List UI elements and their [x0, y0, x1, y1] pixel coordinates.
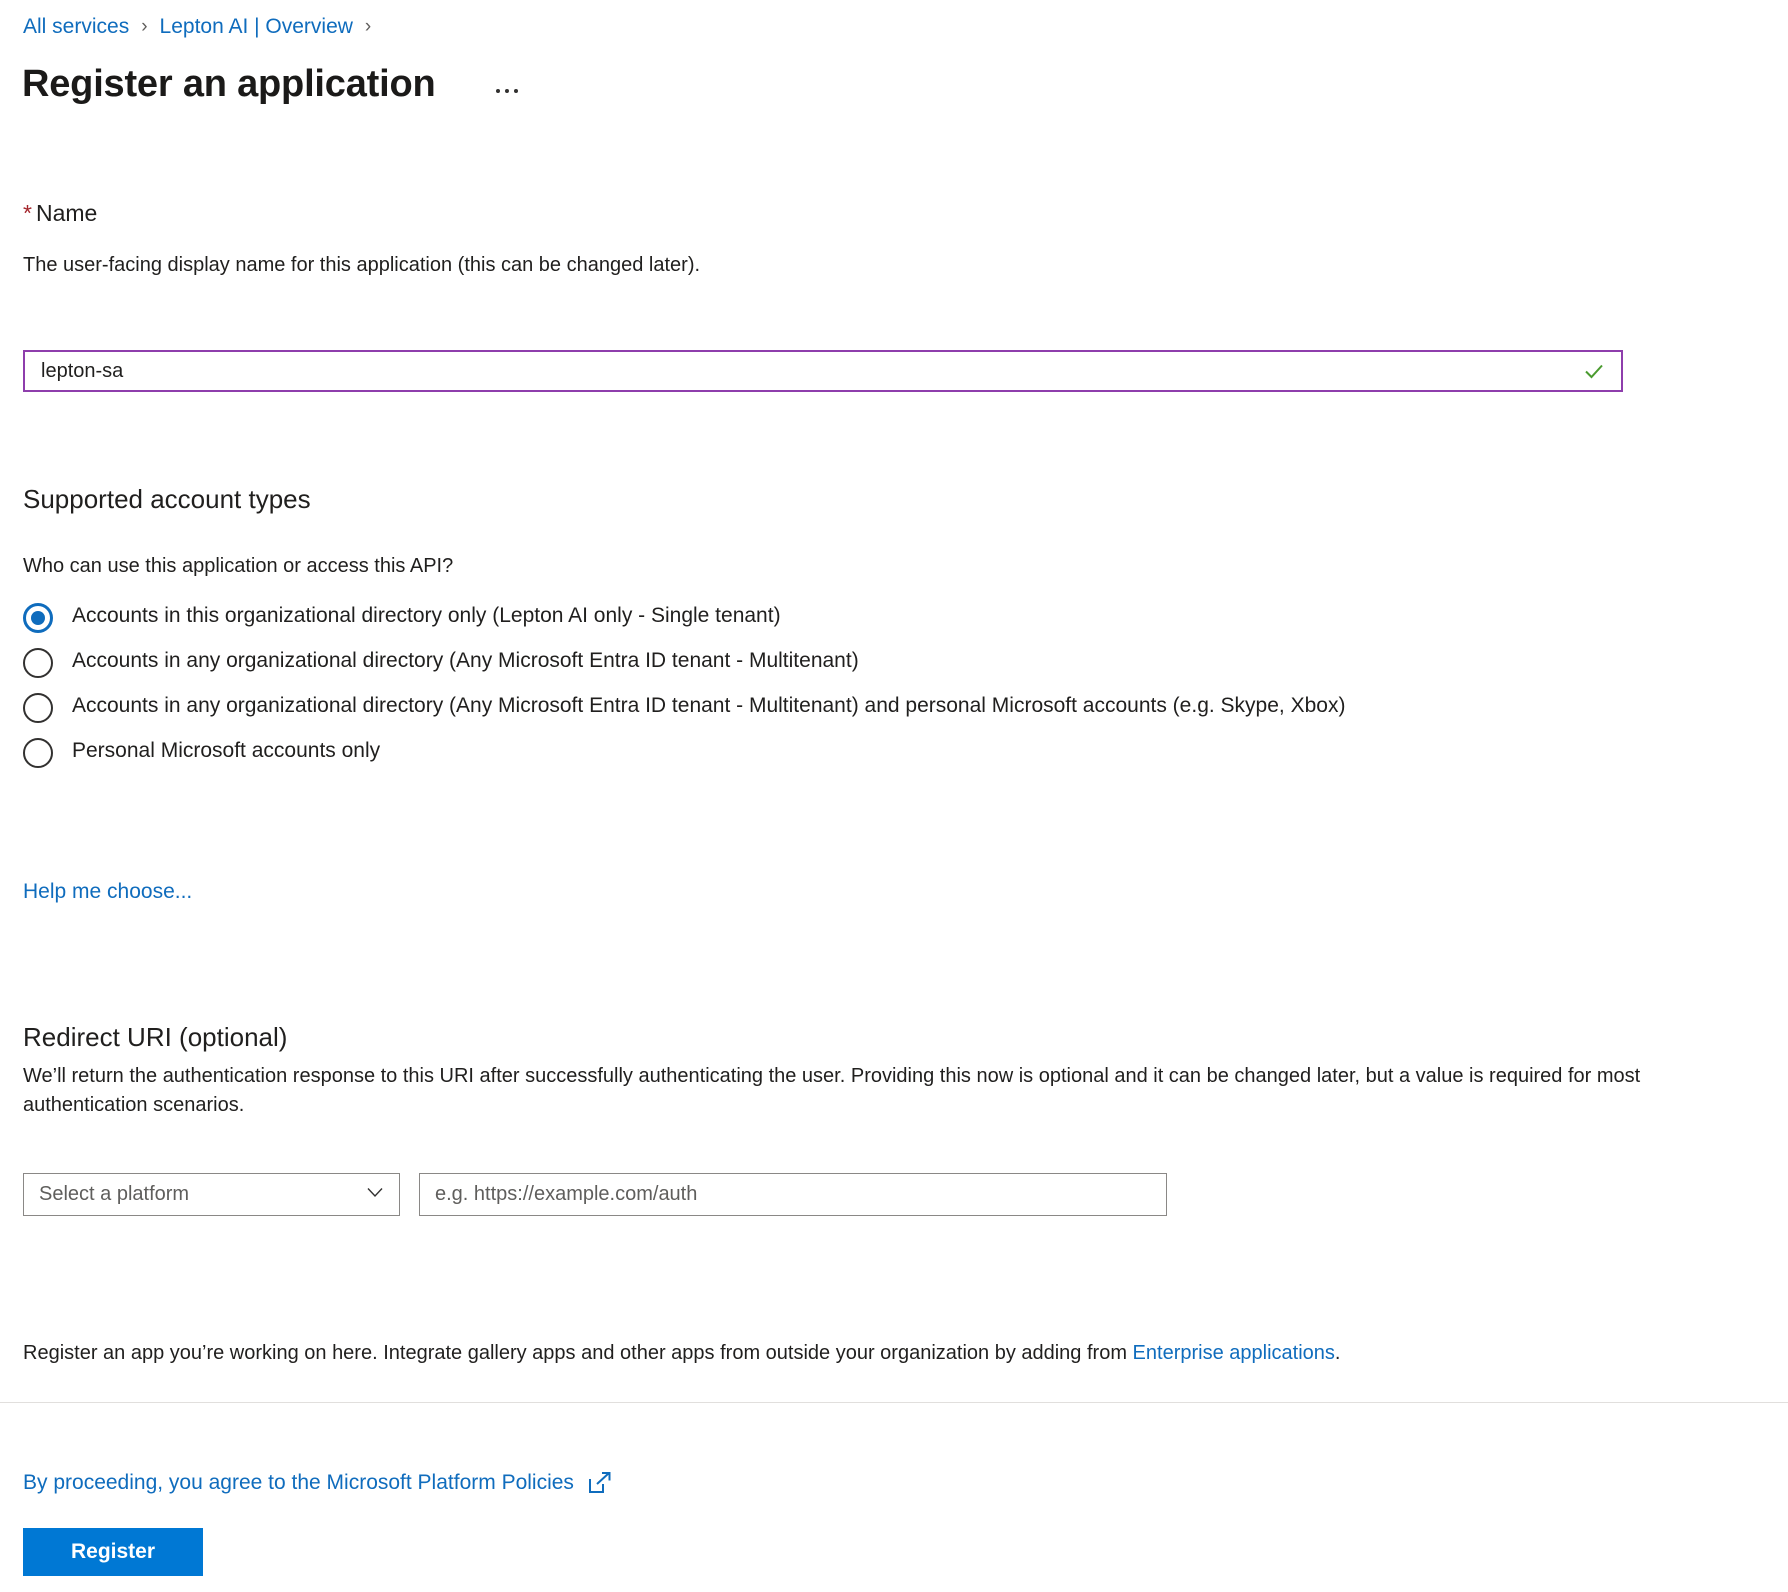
redirect-uri-description: We’ll return the authentication response… — [23, 1065, 1641, 1116]
name-field-label: * Name — [23, 198, 97, 228]
radio-button-icon[interactable] — [23, 738, 53, 768]
register-app-note-suffix: . — [1334, 1342, 1341, 1364]
account-types-question: Who can use this application or access t… — [23, 555, 454, 577]
radio-label-personal-only: Personal Microsoft accounts only — [72, 739, 381, 762]
radio-option-multitenant-and-personal[interactable]: Accounts in any organizational directory… — [23, 690, 1643, 723]
footer-divider — [0, 1402, 1788, 1403]
platform-policies-link[interactable]: By proceeding, you agree to the Microsof… — [23, 1469, 612, 1497]
redirect-uri-controls: Select a platform — [23, 1173, 1167, 1216]
breadcrumb-separator-icon: › — [141, 16, 148, 37]
radio-option-personal-only[interactable]: Personal Microsoft accounts only — [23, 735, 1643, 768]
radio-label-multitenant: Accounts in any organizational directory… — [72, 649, 859, 672]
register-app-note-prefix: Register an app you’re working on here. … — [23, 1342, 1133, 1364]
name-input-container[interactable] — [23, 350, 1623, 392]
radio-button-icon[interactable] — [23, 603, 53, 633]
help-me-choose-link[interactable]: Help me choose... — [23, 878, 192, 906]
breadcrumb-item-all-services[interactable]: All services — [23, 13, 129, 41]
ellipsis-dot-3 — [513, 89, 518, 93]
register-application-page: All services › Lepton AI | Overview › Re… — [0, 0, 1788, 1592]
enterprise-applications-link[interactable]: Enterprise applications — [1133, 1342, 1335, 1364]
radio-button-icon[interactable] — [23, 648, 53, 678]
redirect-uri-input[interactable] — [420, 1174, 1166, 1215]
platform-select-value: Select a platform — [39, 1183, 190, 1205]
page-title: Register an application — [22, 63, 436, 105]
account-types-radio-group: Accounts in this organizational director… — [23, 600, 1643, 780]
supported-account-types-heading: Supported account types — [23, 484, 311, 514]
radio-option-multitenant[interactable]: Accounts in any organizational directory… — [23, 645, 1643, 678]
breadcrumb: All services › Lepton AI | Overview › — [23, 13, 383, 41]
page-header: Register an application — [22, 58, 524, 110]
radio-label-multitenant-and-personal: Accounts in any organizational directory… — [72, 694, 1346, 717]
redirect-uri-heading: Redirect URI (optional) — [23, 1022, 288, 1052]
name-field-description: The user-facing display name for this ap… — [23, 254, 701, 276]
checkmark-icon — [1575, 357, 1613, 385]
ellipsis-dot-1 — [495, 89, 500, 93]
register-app-note: Register an app you’re working on here. … — [23, 1339, 1763, 1367]
platform-policies-text: By proceeding, you agree to the Microsof… — [23, 1471, 574, 1494]
register-button[interactable]: Register — [23, 1528, 203, 1576]
radio-option-single-tenant[interactable]: Accounts in this organizational director… — [23, 600, 1643, 633]
breadcrumb-item-lepton-ai-overview[interactable]: Lepton AI | Overview — [160, 13, 353, 41]
name-input[interactable] — [25, 352, 1575, 390]
radio-button-icon[interactable] — [23, 693, 53, 723]
required-indicator: * — [23, 200, 32, 226]
breadcrumb-separator-icon-2: › — [364, 16, 372, 37]
ellipsis-dot-2 — [504, 89, 509, 93]
more-options-icon[interactable] — [490, 83, 524, 99]
platform-select[interactable]: Select a platform — [23, 1173, 400, 1216]
chevron-down-icon — [364, 1181, 386, 1208]
radio-label-single-tenant: Accounts in this organizational director… — [72, 604, 781, 627]
name-label-text: Name — [35, 200, 98, 226]
external-link-icon — [588, 1471, 612, 1495]
redirect-uri-input-container[interactable] — [419, 1173, 1167, 1216]
